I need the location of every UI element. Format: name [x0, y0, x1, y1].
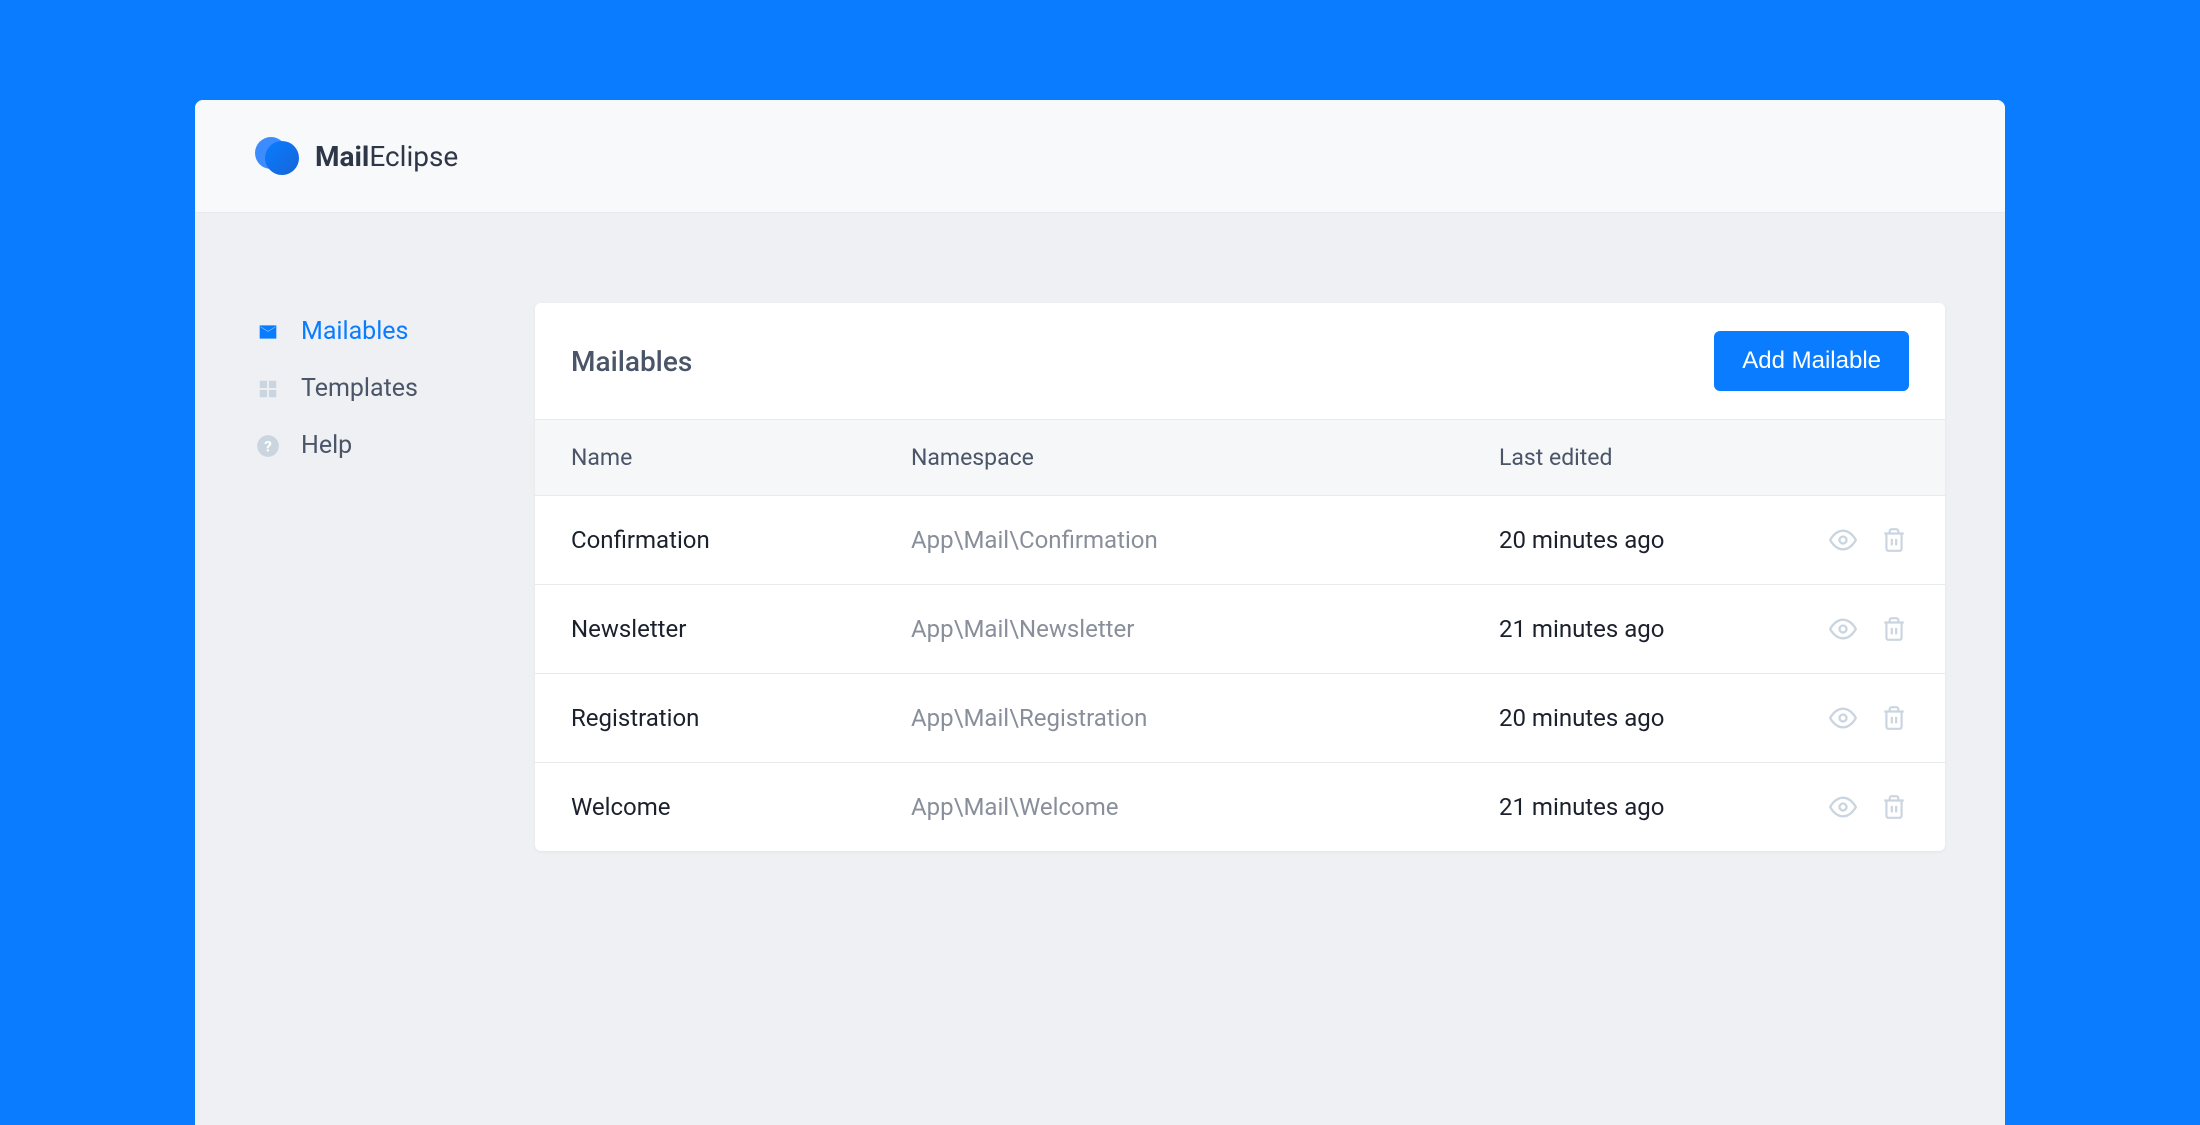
grid-icon [255, 376, 281, 402]
mailable-last-edited: 21 minutes ago [1499, 793, 1779, 821]
main-panel: Mailables Add Mailable Name Namespace La… [535, 303, 1945, 851]
brand-name: MailEclipse [315, 140, 458, 173]
app-window: MailEclipse Mailables Templates ? [195, 100, 2005, 1125]
table-header: Name Namespace Last edited [535, 420, 1945, 496]
sidebar-item-help[interactable]: ? Help [255, 417, 475, 474]
table-row: Newsletter App\Mail\Newsletter 21 minute… [535, 585, 1945, 674]
mailable-namespace: App\Mail\Welcome [911, 793, 1499, 821]
trash-icon[interactable] [1881, 615, 1909, 643]
app-header: MailEclipse [195, 100, 2005, 213]
sidebar-item-label: Help [301, 431, 352, 460]
column-header-name: Name [571, 444, 911, 471]
sidebar: Mailables Templates ? Help [255, 303, 475, 851]
mailable-name[interactable]: Newsletter [571, 615, 911, 643]
table-row: Confirmation App\Mail\Confirmation 20 mi… [535, 496, 1945, 585]
panel-title: Mailables [571, 345, 692, 378]
mailable-namespace: App\Mail\Newsletter [911, 615, 1499, 643]
svg-text:?: ? [264, 437, 272, 455]
brand-logo[interactable]: MailEclipse [255, 135, 458, 177]
trash-icon[interactable] [1881, 704, 1909, 732]
mailable-last-edited: 20 minutes ago [1499, 704, 1779, 732]
view-icon[interactable] [1829, 704, 1857, 732]
sidebar-item-label: Templates [301, 374, 418, 403]
view-icon[interactable] [1829, 615, 1857, 643]
sidebar-item-label: Mailables [301, 317, 408, 346]
help-icon: ? [255, 433, 281, 459]
sidebar-item-templates[interactable]: Templates [255, 360, 475, 417]
mail-icon [255, 319, 281, 345]
mailable-last-edited: 21 minutes ago [1499, 615, 1779, 643]
content-area: Mailables Templates ? Help Mailables Add… [195, 213, 2005, 851]
add-mailable-button[interactable]: Add Mailable [1714, 331, 1909, 391]
column-header-last-edited: Last edited [1499, 444, 1779, 471]
panel-header: Mailables Add Mailable [535, 303, 1945, 420]
mailable-namespace: App\Mail\Confirmation [911, 526, 1499, 554]
mailable-last-edited: 20 minutes ago [1499, 526, 1779, 554]
table-row: Registration App\Mail\Registration 20 mi… [535, 674, 1945, 763]
mailable-name[interactable]: Registration [571, 704, 911, 732]
trash-icon[interactable] [1881, 526, 1909, 554]
column-header-namespace: Namespace [911, 444, 1499, 471]
mailable-namespace: App\Mail\Registration [911, 704, 1499, 732]
logo-icon [255, 135, 297, 177]
mailable-name[interactable]: Confirmation [571, 526, 911, 554]
trash-icon[interactable] [1881, 793, 1909, 821]
table-row: Welcome App\Mail\Welcome 21 minutes ago [535, 763, 1945, 851]
sidebar-item-mailables[interactable]: Mailables [255, 303, 475, 360]
mailable-name[interactable]: Welcome [571, 793, 911, 821]
view-icon[interactable] [1829, 526, 1857, 554]
view-icon[interactable] [1829, 793, 1857, 821]
